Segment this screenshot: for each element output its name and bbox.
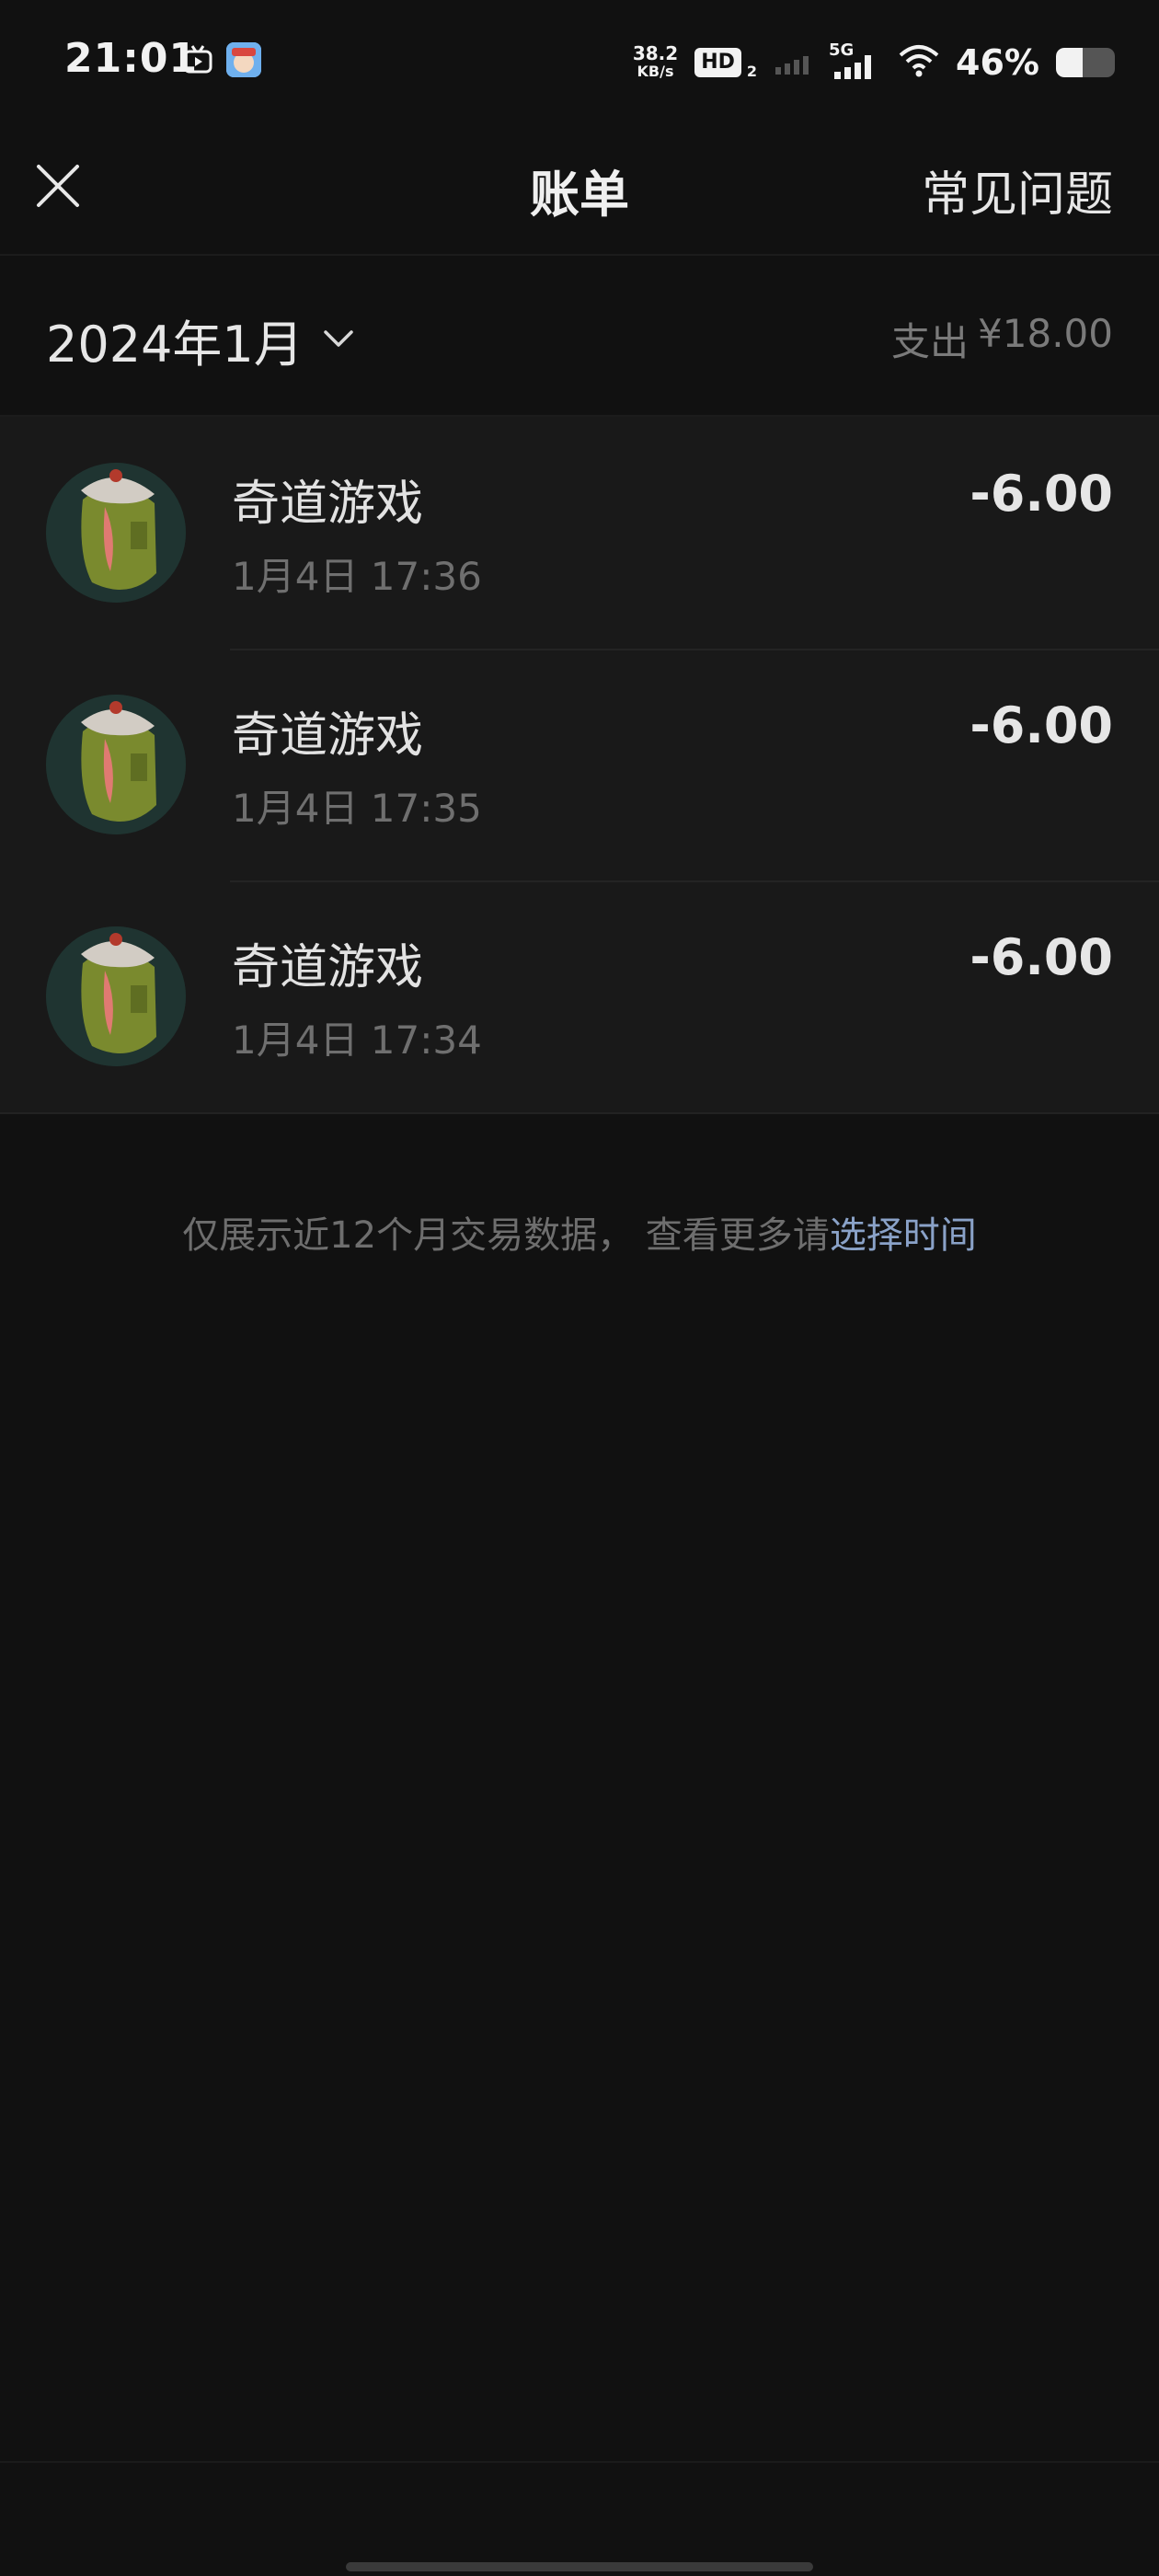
month-label: 2024年1月 xyxy=(46,316,304,374)
tv-icon xyxy=(182,44,213,79)
transaction-amount: -6.00 xyxy=(970,465,1113,523)
battery-percent: 46% xyxy=(956,42,1039,83)
faq-button[interactable]: 常见问题 xyxy=(922,155,1113,224)
network-speed-unit: KB/s xyxy=(637,63,674,80)
transaction-time: 1月4日 17:36 xyxy=(232,554,482,599)
transaction-list: 奇道游戏 1月4日 17:36 -6.00 奇道游戏 1月4日 17:35 -6… xyxy=(0,417,1159,1114)
month-expense-total: 支出 ¥18.00 xyxy=(891,311,1113,367)
bill-page: 21:01 38.2 KB/s HD 2 5G 46% 账单 常见问题 2024… xyxy=(0,0,1159,2576)
network-speed: 38.2 KB/s xyxy=(633,44,678,81)
transaction-amount: -6.00 xyxy=(970,928,1113,986)
battery-level-fill xyxy=(1056,48,1084,77)
transaction-row[interactable]: 奇道游戏 1月4日 17:35 -6.00 xyxy=(0,649,1159,880)
hd-icon: HD xyxy=(694,48,741,77)
transaction-amount: -6.00 xyxy=(970,696,1113,754)
merchant-name: 奇道游戏 xyxy=(232,940,424,995)
expense-value: ¥18.00 xyxy=(978,311,1113,356)
status-bar: 21:01 38.2 KB/s HD 2 5G 46% xyxy=(0,0,1159,124)
month-selector[interactable]: 2024年1月 xyxy=(46,304,355,376)
merchant-avatar xyxy=(46,926,186,1066)
nav-bar: 账单 常见问题 xyxy=(0,124,1159,256)
transaction-time: 1月4日 17:35 xyxy=(232,786,482,831)
month-header: 2024年1月 支出 ¥18.00 xyxy=(0,256,1159,417)
transaction-row[interactable]: 奇道游戏 1月4日 17:36 -6.00 xyxy=(0,417,1159,649)
merchant-avatar xyxy=(46,695,186,834)
expense-label: 支出 xyxy=(891,319,970,364)
signal-weak-icon xyxy=(774,47,812,78)
select-time-link[interactable]: 选择时间 xyxy=(830,1214,977,1257)
history-note-text: 仅展示近12个月交易数据， 查看更多请 xyxy=(182,1214,830,1257)
home-indicator[interactable] xyxy=(346,2562,813,2571)
signal-5g-icon: 5G xyxy=(829,40,882,81)
merchant-name: 奇道游戏 xyxy=(232,708,424,764)
bottom-divider xyxy=(0,2461,1159,2463)
status-time: 21:01 xyxy=(64,35,199,82)
transaction-row[interactable]: 奇道游戏 1月4日 17:34 -6.00 xyxy=(0,880,1159,1112)
merchant-avatar xyxy=(46,463,186,603)
battery-icon xyxy=(1056,48,1115,77)
status-right-icons: 38.2 KB/s HD 2 5G 46% xyxy=(633,37,1115,88)
history-note: 仅展示近12个月交易数据， 查看更多请选择时间 xyxy=(0,1205,1159,1259)
hd-sub-label: 2 xyxy=(746,62,758,80)
wifi-icon xyxy=(899,44,939,81)
transaction-time: 1月4日 17:34 xyxy=(232,1018,482,1063)
network-speed-value: 38.2 xyxy=(632,42,679,64)
chevron-down-icon xyxy=(322,328,355,353)
app-notification-icon xyxy=(226,42,261,77)
merchant-name: 奇道游戏 xyxy=(232,477,424,532)
